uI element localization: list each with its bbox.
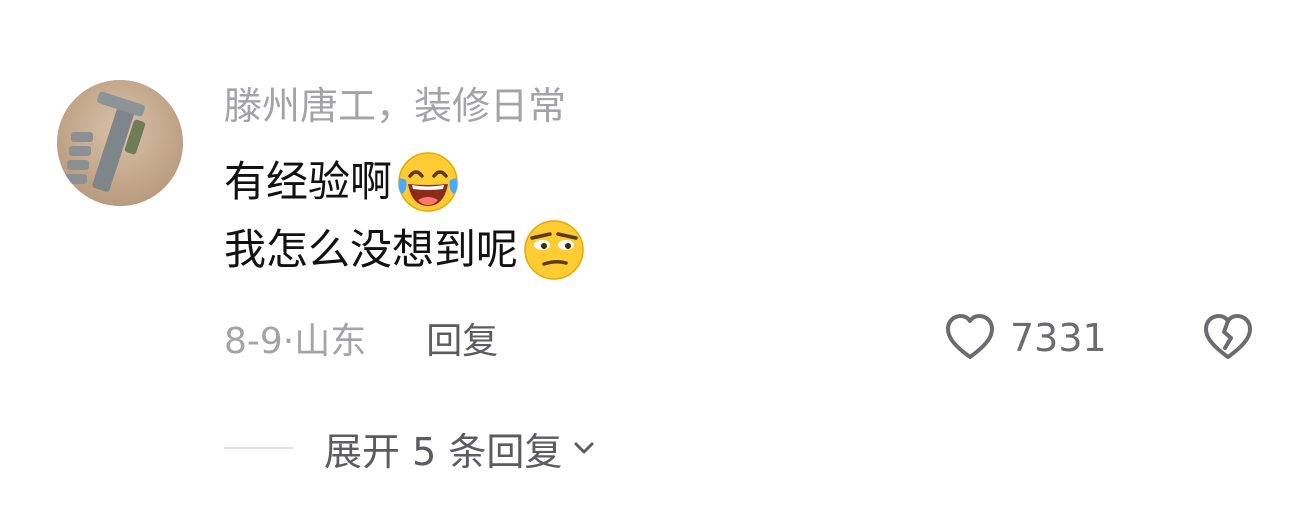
comment-line-2: 我怎么没想到呢 (224, 216, 588, 284)
username[interactable]: 滕州唐工，装修日常 (224, 80, 566, 132)
dislike-button[interactable] (1200, 310, 1256, 366)
comment-content: 有经验啊 我怎么没想到呢 (224, 148, 588, 284)
date-location: 8-9·山东 (224, 321, 367, 362)
laughing-crying-emoji-icon (394, 148, 462, 216)
like-count: 7331 (1010, 316, 1107, 360)
avatar[interactable] (57, 80, 183, 206)
comment-text-line-1: 有经验啊 (224, 157, 393, 206)
comment-text-line-2: 我怎么没想到呢 (224, 225, 519, 274)
comment-item: 滕州唐工，装修日常 有经验啊 我怎么没想到呢 8-9·山东 回复 7331 展开… (0, 0, 1316, 522)
skeptical-smirk-emoji-icon (520, 216, 588, 284)
reply-button[interactable]: 回复 (426, 312, 498, 364)
expand-replies-button[interactable]: 展开 5 条回复 (324, 421, 598, 476)
heart-outline-icon (946, 314, 994, 359)
expand-replies-label: 展开 5 条回复 (324, 429, 563, 474)
divider (224, 447, 294, 449)
chevron-down-icon (574, 442, 594, 454)
comment-meta: 8-9·山东 回复 (224, 310, 498, 366)
like-button[interactable]: 7331 (942, 310, 1107, 366)
broken-heart-icon (1204, 314, 1252, 359)
expand-replies-row: 展开 5 条回复 (224, 420, 598, 476)
comment-line-1: 有经验啊 (224, 148, 588, 216)
